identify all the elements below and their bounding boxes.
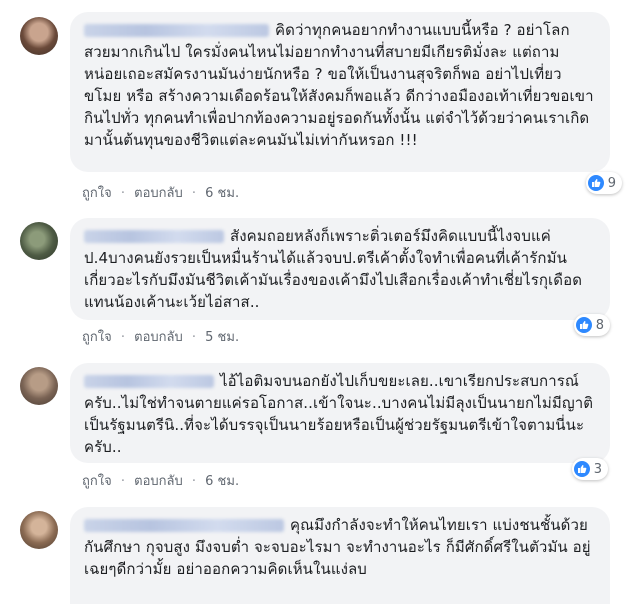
like-link[interactable]: ถูกใจ [82, 474, 112, 489]
like-link[interactable]: ถูกใจ [82, 186, 112, 201]
avatar[interactable] [20, 17, 58, 55]
reaction-count[interactable]: 9 [585, 172, 622, 194]
reaction-count[interactable]: 3 [571, 458, 608, 480]
separator: · [120, 330, 125, 345]
comment-actions: ถูกใจ · ตอบกลับ · 5 ชม. [82, 326, 239, 347]
reply-link[interactable]: ตอบกลับ [134, 330, 183, 345]
reply-link[interactable]: ตอบกลับ [134, 186, 183, 201]
avatar[interactable] [20, 511, 58, 549]
thumbs-up-icon [575, 317, 592, 333]
reply-link[interactable]: ตอบกลับ [134, 474, 183, 489]
separator: · [191, 474, 197, 489]
separator: · [191, 186, 197, 201]
reaction-count[interactable]: 8 [573, 314, 610, 336]
commenter-name[interactable] [84, 375, 214, 388]
comment-bubble: คิดว่าทุกคนอยากทำงานแบบนี้หรือ ? อย่าโลก… [70, 12, 610, 172]
comment-bubble: สังคมถอยหลังก็เพราะติ่วเตอร์มึงคิดแบบนี้… [70, 218, 610, 320]
separator: · [120, 474, 125, 489]
separator: · [120, 186, 125, 201]
avatar[interactable] [20, 367, 58, 405]
thumbs-up-icon [573, 461, 590, 477]
comment-bubble: คุณมึงกำลังจะทำให้คนไทยเรา แบ่งชนชั้นด้ว… [70, 507, 610, 604]
separator: · [191, 330, 197, 345]
reaction-count-value: 9 [607, 175, 616, 191]
comment-text: คิดว่าทุกคนอยากทำงานแบบนี้หรือ ? อย่าโลก… [84, 21, 594, 149]
timestamp[interactable]: 5 ชม. [205, 330, 239, 345]
commenter-name[interactable] [84, 24, 269, 37]
comment-bubble: ไอ้ไอติมจบนอกยังไปเก็บขยะเลย..เขาเรียกปร… [70, 363, 610, 463]
reaction-count-value: 3 [593, 461, 602, 477]
reaction-count-value: 8 [595, 317, 604, 333]
thumbs-up-icon [587, 175, 604, 191]
commenter-name[interactable] [84, 519, 284, 532]
comment-actions: ถูกใจ · ตอบกลับ · 6 ชม. [82, 470, 239, 491]
comment-actions: ถูกใจ · ตอบกลับ · 6 ชม. [82, 182, 239, 203]
like-link[interactable]: ถูกใจ [82, 330, 112, 345]
timestamp[interactable]: 6 ชม. [205, 474, 239, 489]
timestamp[interactable]: 6 ชม. [205, 186, 239, 201]
commenter-name[interactable] [84, 230, 224, 243]
avatar[interactable] [20, 222, 58, 260]
